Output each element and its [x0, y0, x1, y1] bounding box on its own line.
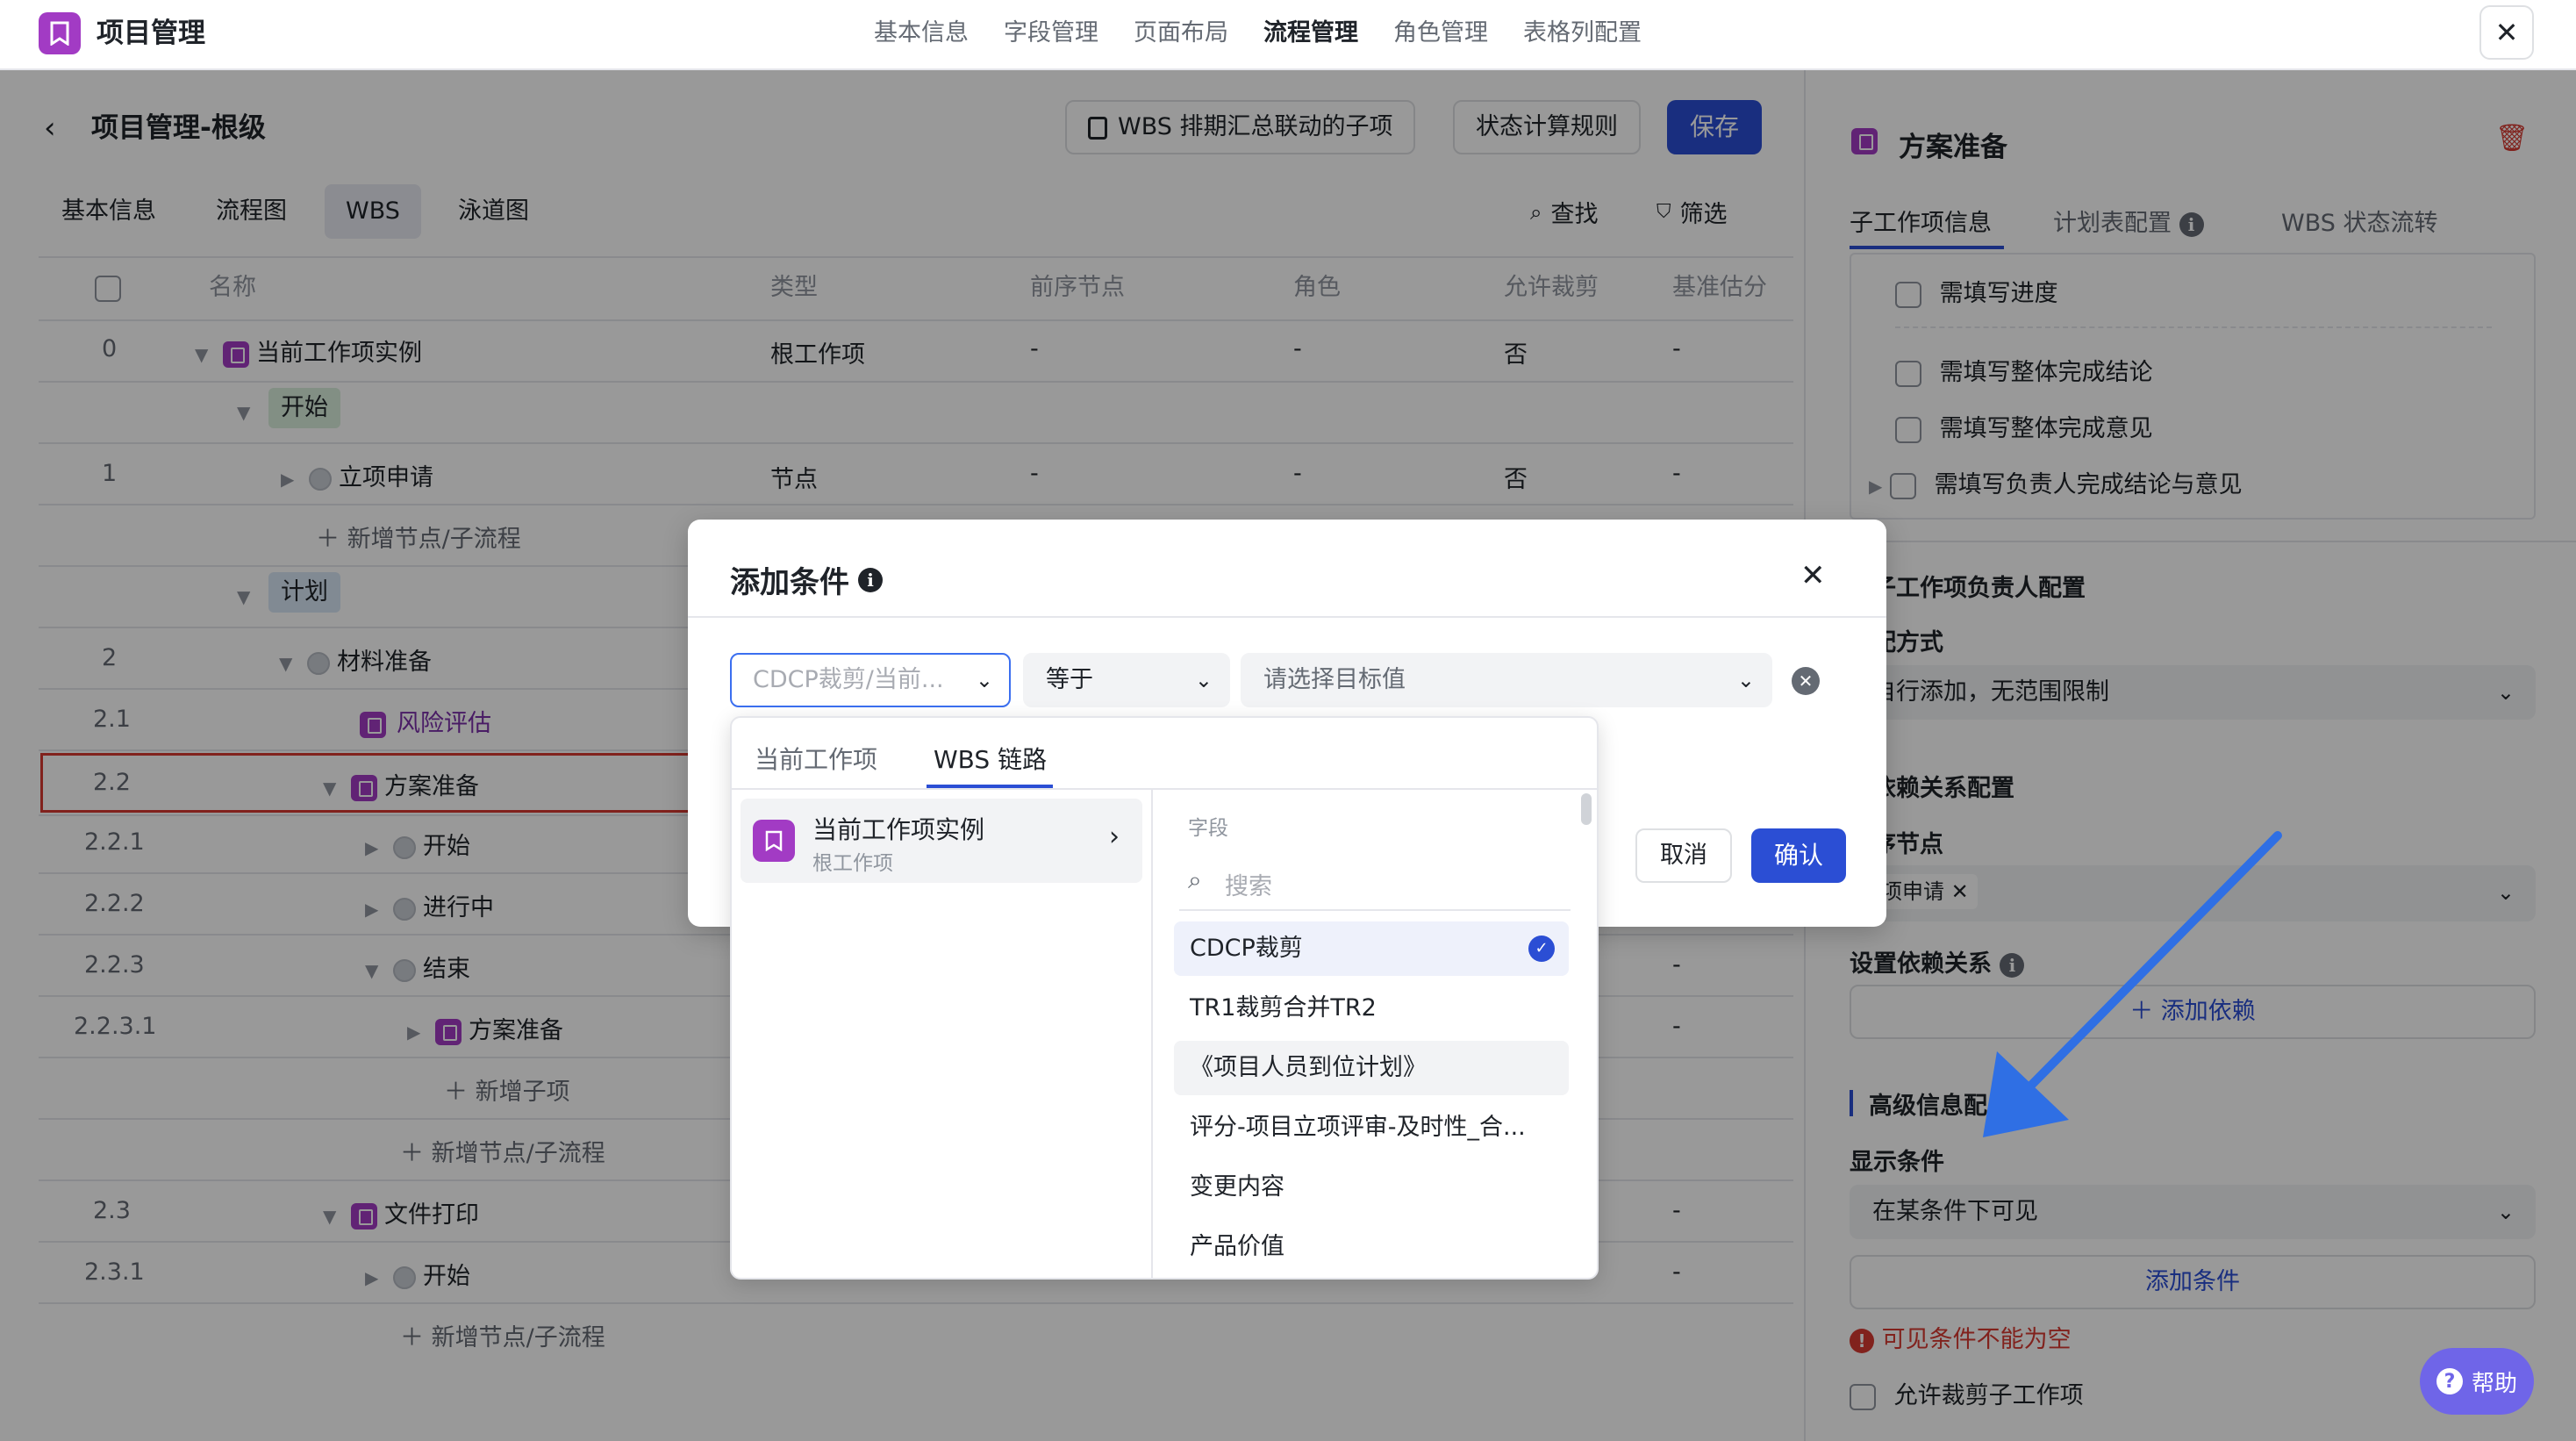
chevron-down-icon: ⌄ — [1736, 668, 1755, 692]
help-icon: ? — [2436, 1368, 2463, 1394]
search-icon: ⌕ — [1188, 865, 1202, 894]
field-option-selected[interactable]: CDCP裁剪 ✓ — [1174, 921, 1569, 976]
dialog-title: 添加条件 i — [730, 558, 883, 601]
chevron-right-icon: › — [1109, 821, 1120, 852]
app-title: 项目管理 — [97, 18, 205, 49]
operator-select[interactable]: 等于 ⌄ — [1023, 653, 1230, 707]
field-option-label: CDCP裁剪 — [1190, 935, 1303, 962]
field-option[interactable]: TR1裁剪合并TR2 — [1174, 981, 1569, 1036]
remove-condition-icon[interactable]: ✕ — [1792, 667, 1820, 695]
divider — [688, 616, 1886, 618]
operator-text: 等于 — [1046, 666, 1093, 693]
target-text: 请选择目标值 — [1263, 666, 1406, 693]
field-option-hover[interactable]: 《项目人员到位计划》 — [1174, 1041, 1569, 1095]
list-item-current-instance[interactable]: 当前工作项实例 根工作项 › — [741, 799, 1142, 883]
search-placeholder: 搜索 — [1225, 873, 1272, 900]
field-header: 字段 — [1188, 817, 1228, 840]
top-nav-basic[interactable]: 基本信息 — [874, 12, 969, 54]
close-icon[interactable]: ✕ — [2479, 5, 2534, 60]
scrollbar-thumb[interactable] — [1581, 793, 1592, 825]
top-nav-process[interactable]: 流程管理 — [1263, 12, 1358, 54]
field-dropdown: 当前工作项 WBS 链路 当前工作项实例 根工作项 › 字段 ⌕ 搜索 CDCP… — [730, 716, 1599, 1280]
dropdown-tab-current[interactable]: 当前工作项 — [755, 741, 877, 779]
divider — [1151, 790, 1153, 1278]
help-label: 帮助 — [2471, 1370, 2517, 1397]
help-button[interactable]: ? 帮助 — [2420, 1348, 2534, 1415]
chevron-down-icon: ⌄ — [975, 668, 993, 692]
field-select[interactable]: CDCP裁剪/当前... ⌄ — [730, 653, 1011, 707]
field-option[interactable]: 变更内容 — [1174, 1160, 1569, 1215]
top-nav-layout[interactable]: 页面布局 — [1134, 12, 1228, 54]
top-nav-fields[interactable]: 字段管理 — [1004, 12, 1098, 54]
target-select[interactable]: 请选择目标值 ⌄ — [1241, 653, 1772, 707]
top-bar: 项目管理 基本信息 字段管理 页面布局 流程管理 角色管理 表格列配置 ✕ — [0, 0, 2576, 70]
field-option[interactable]: 评分-项目立项评审-及时性_合... — [1174, 1100, 1569, 1155]
cancel-button[interactable]: 取消 — [1635, 828, 1732, 883]
chevron-down-icon: ⌄ — [1194, 668, 1213, 692]
app-logo-icon — [39, 12, 81, 54]
item-subtitle: 根工作项 — [812, 852, 893, 875]
confirm-button[interactable]: 确认 — [1751, 828, 1846, 883]
dialog-title-text: 添加条件 — [730, 565, 849, 600]
top-nav: 基本信息 字段管理 页面布局 流程管理 角色管理 表格列配置 — [874, 12, 1677, 54]
field-search-input[interactable]: ⌕ 搜索 — [1179, 858, 1571, 911]
item-title: 当前工作项实例 — [812, 815, 985, 844]
check-icon: ✓ — [1528, 936, 1555, 962]
annotation-arrow-icon — [1983, 831, 2282, 1137]
divider — [732, 788, 1597, 790]
dropdown-tab-wbs[interactable]: WBS 链路 — [934, 741, 1047, 779]
work-item-icon — [753, 820, 795, 862]
top-nav-roles[interactable]: 角色管理 — [1393, 12, 1488, 54]
field-option[interactable]: 产品价值 — [1174, 1220, 1569, 1274]
info-icon: i — [858, 567, 883, 592]
field-select-text: CDCP裁剪/当前... — [753, 666, 944, 693]
close-icon[interactable]: ✕ — [1800, 558, 1826, 593]
top-nav-columns[interactable]: 表格列配置 — [1523, 12, 1642, 54]
